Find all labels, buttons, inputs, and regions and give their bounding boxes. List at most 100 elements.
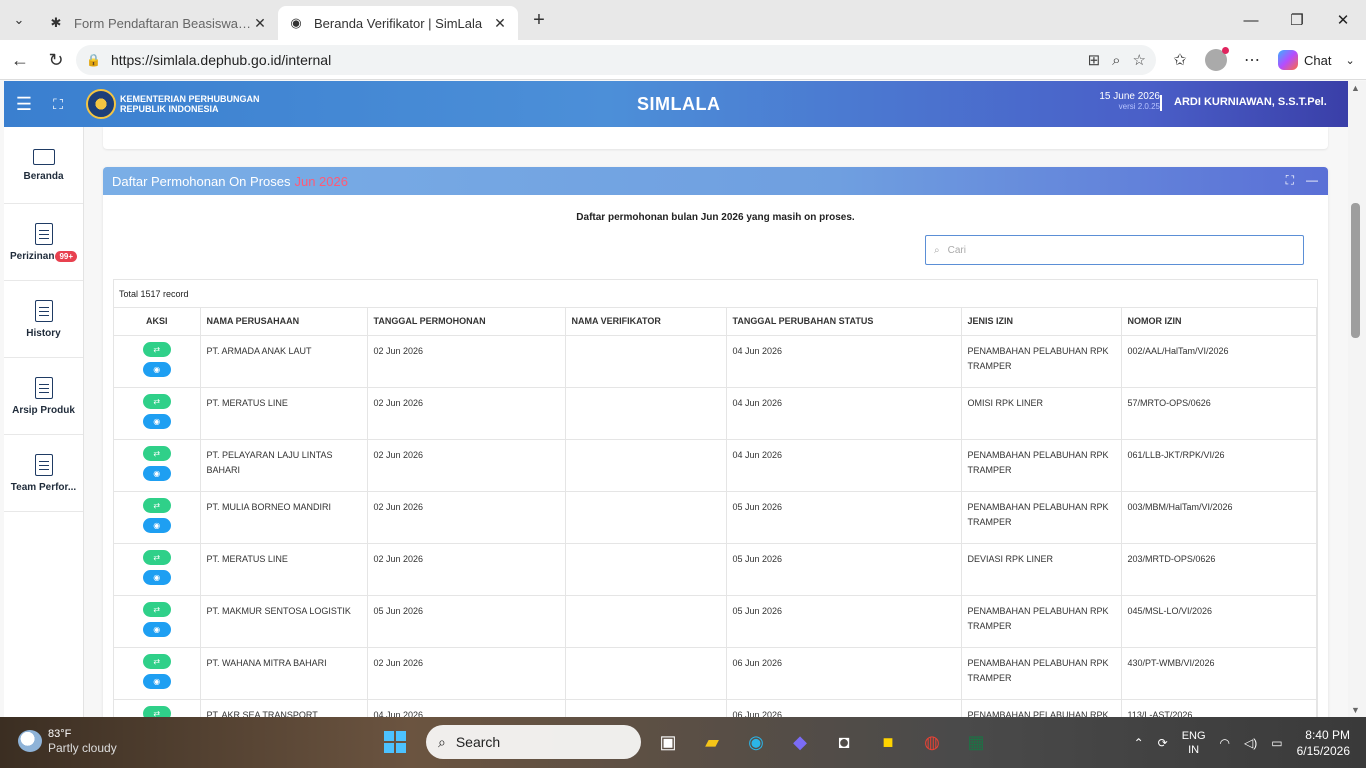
date-block: 15 June 2026 versi 2.0.25: [1064, 91, 1160, 111]
close-window-icon[interactable]: ✕: [1320, 0, 1366, 40]
column-header[interactable]: TANGGAL PERMOHONAN: [367, 308, 566, 336]
chevron-up-icon[interactable]: ⌃: [1134, 736, 1144, 750]
request-date-cell: 02 Jun 2026: [367, 647, 566, 700]
restore-icon[interactable]: ❐: [1274, 0, 1320, 40]
view-button[interactable]: ◉: [142, 517, 171, 533]
chrome-icon[interactable]: ◍: [915, 725, 949, 759]
company-cell: PT. MERATUS LINE: [200, 543, 368, 596]
file-explorer-icon[interactable]: ▰: [695, 725, 729, 759]
view-button[interactable]: ◉: [142, 413, 171, 429]
search-input[interactable]: ⌕ Cari: [925, 235, 1304, 265]
request-date-cell: 04 Jun 2026: [367, 699, 566, 717]
camera-icon[interactable]: ◘: [827, 725, 861, 759]
scroll-up-icon[interactable]: ▲: [1351, 83, 1360, 93]
tab-label: Beranda Verifikator | SimLala: [314, 15, 483, 31]
minimize-icon[interactable]: —: [1228, 0, 1274, 40]
view-button[interactable]: ◉: [142, 569, 171, 585]
scrollbar-thumb[interactable]: [1351, 203, 1360, 338]
view-button[interactable]: ◉: [142, 465, 171, 481]
status-date-cell: 04 Jun 2026: [726, 439, 962, 492]
process-button[interactable]: ⇄: [142, 341, 171, 357]
process-button[interactable]: ⇄: [142, 445, 171, 461]
requests-table: Total 1517 record AKSI NAMA PERUSAHAAN T…: [113, 279, 1318, 717]
process-button[interactable]: ⇄: [142, 705, 171, 717]
request-date-cell: 02 Jun 2026: [367, 491, 566, 544]
column-header[interactable]: NOMOR IZIN: [1121, 308, 1317, 336]
taskbar-search[interactable]: ⌕ Search: [426, 725, 641, 759]
panel-description: Daftar permohonan bulan Jun 2026 yang ma…: [576, 212, 855, 223]
permit-type-cell: PENAMBAHAN PELABUHAN RPK TRAMPER: [961, 439, 1122, 492]
sidebar-item-arsip-produk[interactable]: Arsip Produk: [4, 358, 83, 435]
user-name[interactable]: ARDI KURNIAWAN, S.S.T.Pel.: [1174, 96, 1327, 108]
collapse-icon[interactable]: —: [1306, 173, 1318, 188]
hamburger-menu-icon[interactable]: ☰: [4, 94, 44, 115]
site-info-icon[interactable]: 🔒: [86, 53, 101, 67]
url-field[interactable]: 🔒 https://simlala.dephub.go.id/internal …: [76, 45, 1156, 75]
copilot-chat-button[interactable]: Chat ⌄: [1278, 50, 1355, 70]
tab-beasiswa[interactable]: ✱ Form Pendaftaran Beasiswa Program ✕: [38, 6, 278, 40]
process-button[interactable]: ⇄: [142, 497, 171, 513]
process-button[interactable]: ⇄: [142, 653, 171, 669]
favorite-star-icon[interactable]: ☆: [1133, 51, 1146, 69]
profile-avatar[interactable]: [1198, 40, 1234, 80]
battery-icon[interactable]: ▭: [1271, 736, 1282, 750]
sidebar-item-beranda[interactable]: Beranda: [4, 127, 83, 204]
sticky-notes-icon[interactable]: ■: [871, 725, 905, 759]
sync-icon[interactable]: ⟳: [1158, 736, 1168, 750]
refresh-icon[interactable]: ↻: [38, 42, 74, 78]
permit-number-cell: 113/L-AST/2026: [1121, 699, 1317, 717]
sidebar-item-history[interactable]: History: [4, 281, 83, 358]
column-header[interactable]: NAMA VERIFIKATOR: [565, 308, 727, 336]
clock[interactable]: 8:40 PM 6/15/2026: [1297, 727, 1350, 759]
process-button[interactable]: ⇄: [142, 601, 171, 617]
ministry-line-1: KEMENTERIAN PERHUBUNGAN: [120, 94, 260, 104]
sidebar-item-team-performance[interactable]: Team Perfor...: [4, 435, 83, 512]
column-header[interactable]: TANGGAL PERUBAHAN STATUS: [726, 308, 962, 336]
action-cell: ⇄◉: [114, 335, 201, 388]
more-menu-icon[interactable]: ⋯: [1234, 40, 1270, 80]
tab-simlala[interactable]: ◉ Beranda Verifikator | SimLala ✕: [278, 6, 518, 40]
status-date-cell: 05 Jun 2026: [726, 491, 962, 544]
tab-actions-menu-icon[interactable]: ⌄: [0, 0, 38, 40]
column-header[interactable]: NAMA PERUSAHAAN: [200, 308, 368, 336]
app-title: SIMLALA: [637, 94, 721, 114]
column-header[interactable]: JENIS IZIN: [961, 308, 1122, 336]
browser-tab-bar: ⌄ ✱ Form Pendaftaran Beasiswa Program ✕ …: [0, 0, 1366, 40]
task-view-icon[interactable]: ▣: [651, 725, 685, 759]
zoom-icon[interactable]: ⌕: [1112, 52, 1120, 69]
sidebar-item-perizinan[interactable]: Perizinan 99+: [4, 204, 83, 281]
expand-icon[interactable]: ⛶: [1286, 173, 1294, 188]
page-scrollbar[interactable]: ▲ ▼: [1348, 81, 1366, 717]
scroll-down-icon[interactable]: ▼: [1351, 705, 1360, 715]
ministry-name: KEMENTERIAN PERHUBUNGAN REPUBLIK INDONES…: [120, 94, 270, 114]
app-available-icon[interactable]: ⊞: [1088, 51, 1101, 69]
action-cell: ⇄◉: [114, 699, 201, 717]
language-indicator[interactable]: ENG IN: [1182, 729, 1206, 757]
table-row: ⇄ ◉ PT. MERATUS LINE 02 Jun 2026 04 Jun 2026…: [114, 387, 1317, 440]
monitor-icon: [32, 148, 55, 165]
favorites-icon[interactable]: ✩: [1162, 40, 1198, 80]
close-tab-icon[interactable]: ✕: [252, 15, 268, 32]
edge-browser-icon[interactable]: ◉: [739, 725, 773, 759]
close-tab-icon[interactable]: ✕: [492, 15, 508, 32]
weather-widget[interactable]: 83°F Partly cloudy: [18, 727, 117, 755]
view-button[interactable]: ◉: [142, 673, 171, 689]
request-date-cell: 02 Jun 2026: [367, 439, 566, 492]
search-placeholder: Cari: [947, 244, 966, 256]
copilot-app-icon[interactable]: ◆: [783, 725, 817, 759]
fullscreen-icon[interactable]: ⛶: [44, 96, 72, 113]
windows-start-icon[interactable]: [384, 731, 406, 753]
new-tab-button[interactable]: +: [524, 5, 554, 35]
panel-title: Daftar Permohonan On Proses: [112, 173, 291, 189]
permit-type-cell: OMISI RPK LINER: [961, 387, 1122, 440]
view-button[interactable]: ◉: [142, 361, 171, 377]
excel-icon[interactable]: ▦: [959, 725, 993, 759]
volume-icon[interactable]: ◁): [1244, 736, 1257, 750]
process-button[interactable]: ⇄: [142, 549, 171, 565]
process-button[interactable]: ⇄: [142, 393, 171, 409]
view-button[interactable]: ◉: [142, 621, 171, 637]
status-date-cell: 05 Jun 2026: [726, 543, 962, 596]
back-icon[interactable]: ←: [2, 42, 38, 78]
wifi-icon[interactable]: ◠: [1220, 736, 1230, 750]
pinwheel-icon: ✱: [50, 15, 62, 30]
